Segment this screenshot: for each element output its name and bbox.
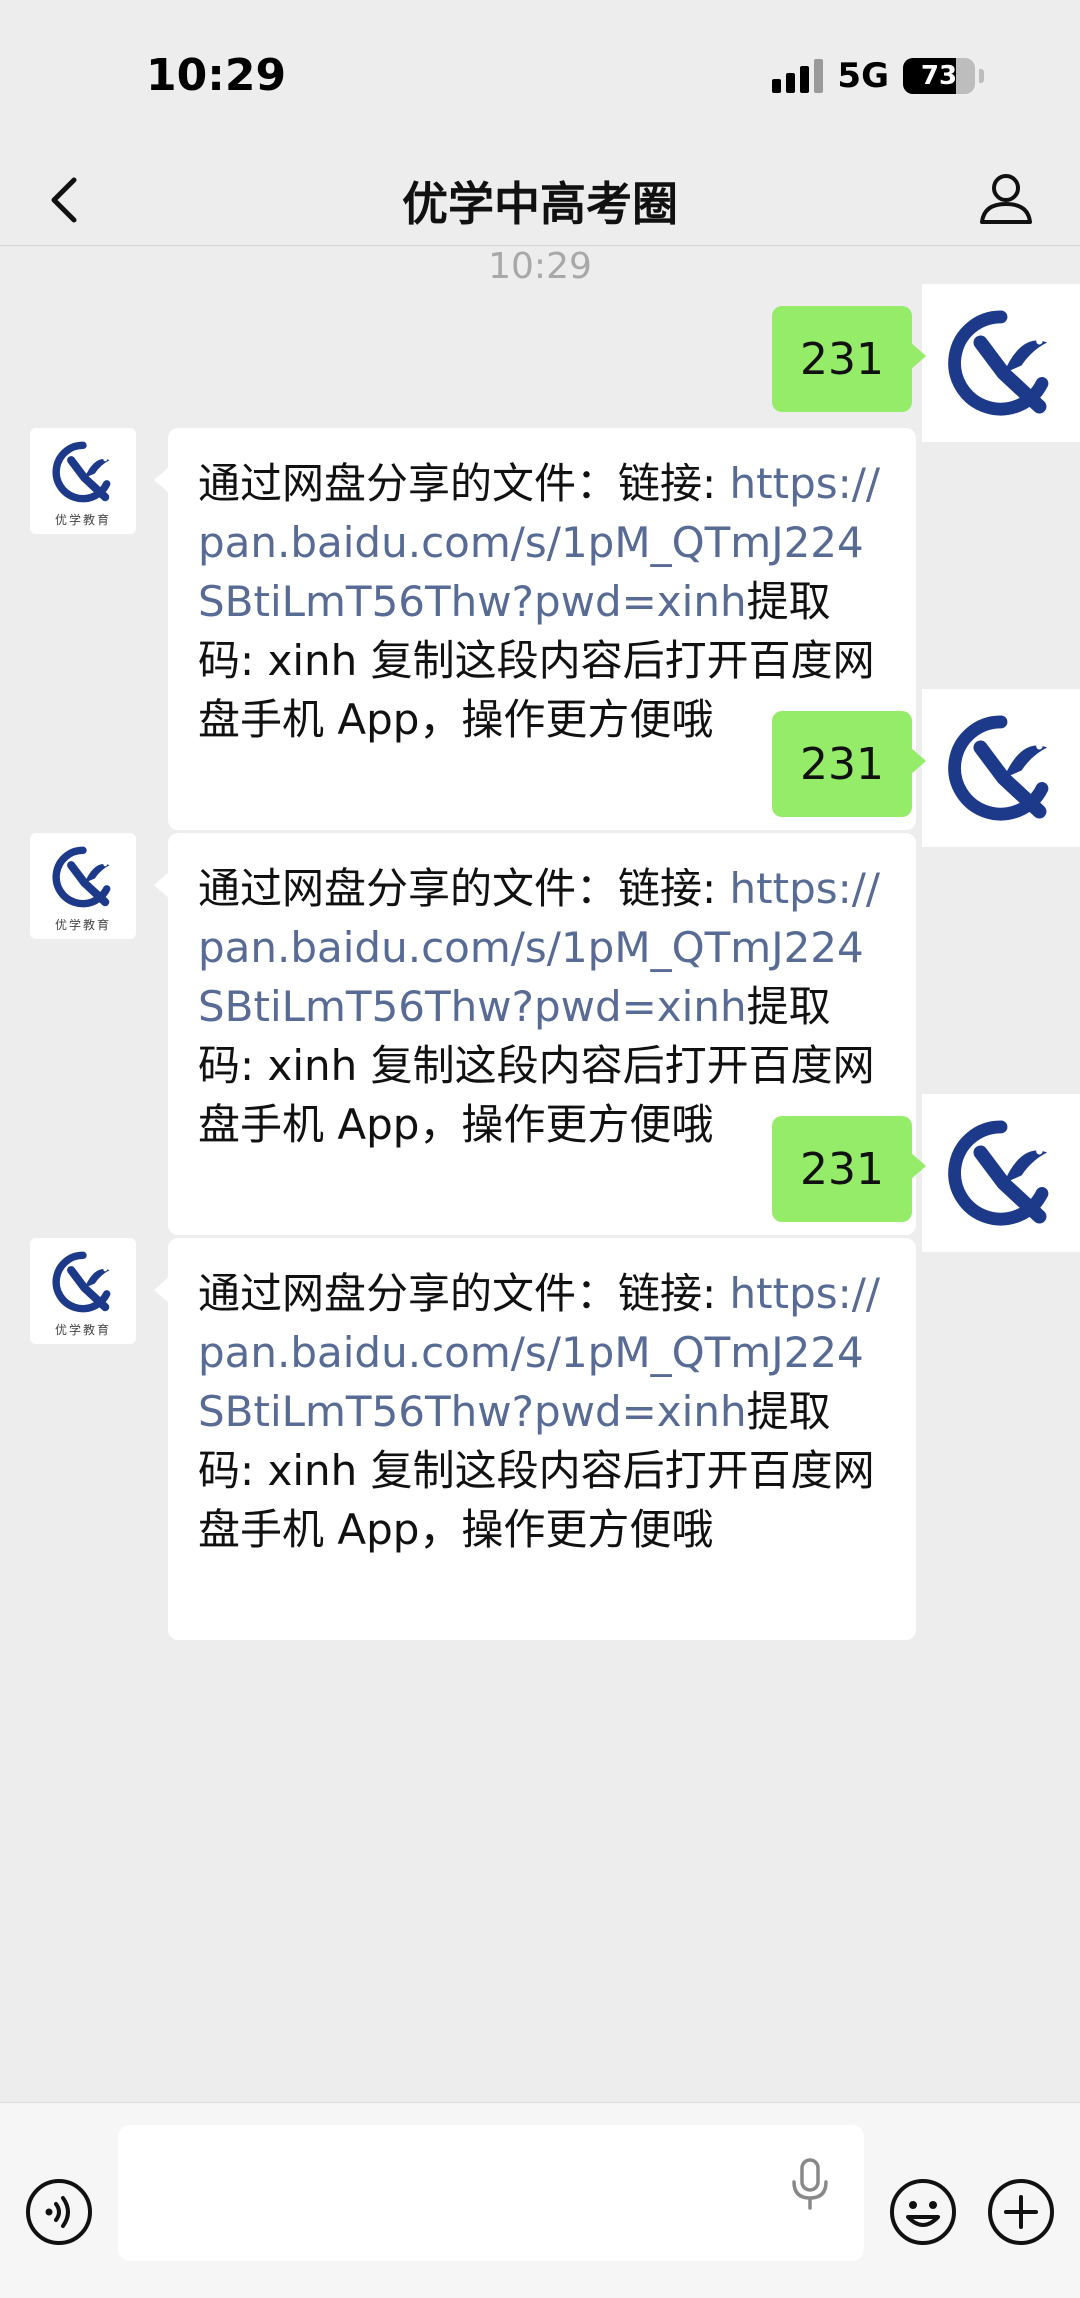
self-avatar[interactable] xyxy=(922,1094,1080,1252)
status-bar: 10:29 5G 73 xyxy=(0,0,1080,160)
logo-icon xyxy=(52,1251,111,1312)
plus-icon[interactable] xyxy=(986,2177,1056,2247)
peer-avatar[interactable]: 优学教育 xyxy=(30,428,136,534)
status-indicators: 5G 73 xyxy=(772,56,984,96)
peer-avatar-caption: 优学教育 xyxy=(54,512,111,527)
input-bar xyxy=(0,2102,1080,2298)
microphone-icon[interactable] xyxy=(788,2156,832,2212)
sent-message[interactable]: 231 xyxy=(772,711,926,817)
network-type: 5G xyxy=(837,56,889,96)
logo-icon xyxy=(948,310,1049,416)
battery-icon: 73 xyxy=(903,58,975,94)
peer-avatar[interactable]: 优学教育 xyxy=(30,833,136,939)
self-avatar[interactable] xyxy=(922,689,1080,847)
status-time: 10:29 xyxy=(146,50,287,101)
sent-message[interactable]: 231 xyxy=(772,306,926,412)
logo-icon xyxy=(52,441,111,502)
chat-title: 优学中高考圈 xyxy=(402,177,678,231)
emoji-icon[interactable] xyxy=(888,2177,958,2247)
message-text: 通过网盘分享的文件：链接: xyxy=(198,459,730,508)
message-text: 通过网盘分享的文件：链接: xyxy=(198,1269,730,1318)
self-avatar[interactable] xyxy=(922,284,1080,442)
logo-icon xyxy=(52,846,111,907)
chat-area[interactable]: 10:29 231 优学教育 通过网盘分享的文件：链接: https://pan.b… xyxy=(0,246,1080,2102)
battery-level: 73 xyxy=(920,61,958,91)
voice-icon[interactable] xyxy=(24,2177,94,2247)
nav-bar: 优学中高考圈 xyxy=(0,160,1080,246)
logo-icon xyxy=(948,715,1049,821)
person-icon[interactable] xyxy=(974,166,1038,230)
signal-icon xyxy=(772,59,824,93)
message-text: 通过网盘分享的文件：链接: xyxy=(198,864,730,913)
message-input[interactable] xyxy=(118,2125,864,2261)
peer-avatar[interactable]: 优学教育 xyxy=(30,1238,136,1344)
received-message[interactable]: 通过网盘分享的文件：链接: https://pan.baidu.com/s/1p… xyxy=(154,1238,916,1640)
logo-icon xyxy=(948,1120,1049,1226)
peer-avatar-caption: 优学教育 xyxy=(54,917,111,932)
peer-avatar-caption: 优学教育 xyxy=(54,1322,111,1337)
sent-message[interactable]: 231 xyxy=(772,1116,926,1222)
message-timestamp: 10:29 xyxy=(488,246,592,287)
